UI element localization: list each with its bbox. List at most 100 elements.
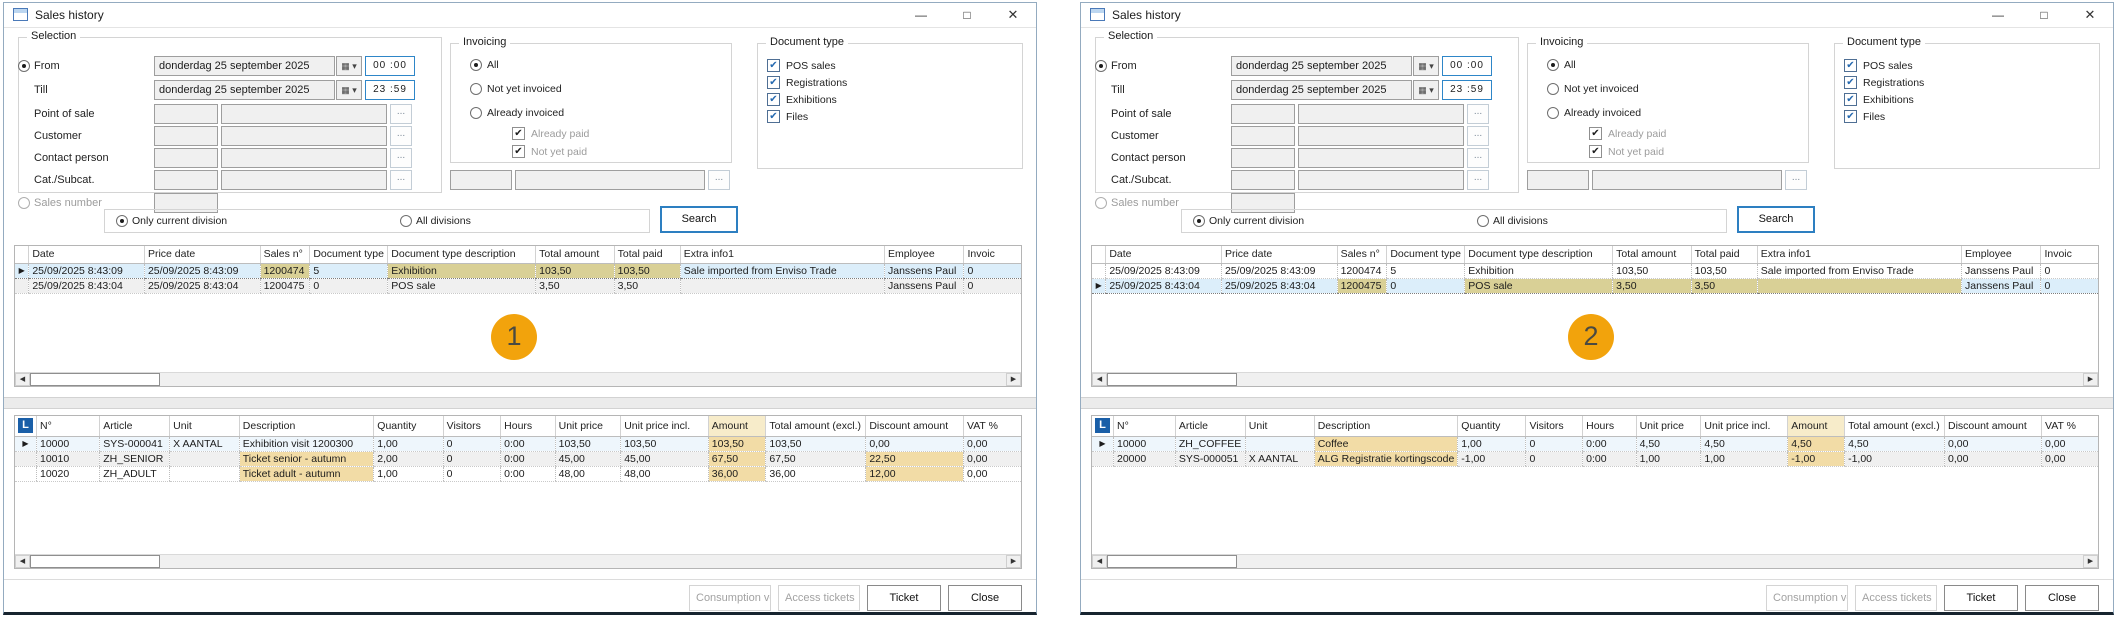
- grid-splitter[interactable]: [4, 397, 1036, 409]
- ticket-button[interactable]: Ticket: [867, 585, 941, 611]
- grid-cell[interactable]: X AANTAL: [170, 436, 240, 451]
- grid-cell[interactable]: 1200475: [1337, 278, 1387, 293]
- close-button[interactable]: Close: [948, 585, 1022, 611]
- from-date-input[interactable]: donderdag 25 september 2025: [1231, 56, 1412, 76]
- grid-row[interactable]: ▶25/09/2025 8:43:0925/09/2025 8:43:09120…: [15, 263, 1021, 278]
- column-header[interactable]: Document type: [1387, 246, 1465, 263]
- row-selector[interactable]: ▶: [15, 263, 29, 278]
- scroll-left-icon[interactable]: ◀: [1092, 555, 1107, 568]
- column-header[interactable]: Date: [1106, 246, 1222, 263]
- exhibitions-checkbox[interactable]: [1844, 93, 1857, 106]
- subcategory-browse-button[interactable]: ...: [1785, 170, 1807, 190]
- column-header[interactable]: Extra info1: [680, 246, 884, 263]
- already-invoiced-radio[interactable]: [1547, 107, 1559, 119]
- category-code-input[interactable]: [1231, 170, 1295, 190]
- grid-cell[interactable]: [1757, 278, 1961, 293]
- grid-cell[interactable]: 25/09/2025 8:43:09: [1106, 263, 1222, 278]
- invoicing-all-radio[interactable]: [470, 59, 482, 71]
- grid-cell[interactable]: 3,50: [1613, 278, 1692, 293]
- from-radio[interactable]: [1095, 60, 1107, 72]
- search-button[interactable]: Search: [1737, 206, 1815, 233]
- maximize-icon[interactable]: □: [2021, 3, 2067, 28]
- point-of-sale-name-input[interactable]: [221, 104, 387, 124]
- grid-cell[interactable]: 20000: [1114, 451, 1176, 466]
- column-header[interactable]: Employee: [1961, 246, 2040, 263]
- till-time-input[interactable]: 23 :59: [365, 80, 415, 100]
- grid-cell[interactable]: 10010: [37, 451, 100, 466]
- grid-cell[interactable]: 2,00: [374, 451, 443, 466]
- grid-cell[interactable]: Exhibition: [1465, 263, 1613, 278]
- grid-cell[interactable]: [1245, 436, 1314, 451]
- grid-cell[interactable]: Janssens Paul: [884, 263, 963, 278]
- column-header[interactable]: Employee: [884, 246, 963, 263]
- point-of-sale-name-input[interactable]: [1298, 104, 1464, 124]
- customer-name-input[interactable]: [1298, 126, 1464, 146]
- grid-cell[interactable]: 0: [443, 436, 501, 451]
- subcategory-name-input[interactable]: [1592, 170, 1782, 190]
- grid-cell[interactable]: 103,50: [555, 436, 621, 451]
- row-selector[interactable]: ▶: [1092, 278, 1106, 293]
- customer-code-input[interactable]: [1231, 126, 1295, 146]
- grid-cell[interactable]: 10000: [37, 436, 100, 451]
- grid-cell[interactable]: 1200475: [260, 278, 310, 293]
- column-header[interactable]: Unit: [1245, 416, 1314, 436]
- scroll-left-icon[interactable]: ◀: [1092, 373, 1107, 386]
- column-header[interactable]: Date: [29, 246, 145, 263]
- registrations-checkbox[interactable]: [767, 76, 780, 89]
- grid-row[interactable]: 10010ZH_SENIORTicket senior - autumn2,00…: [15, 451, 1021, 466]
- scrollbar-thumb[interactable]: [30, 373, 160, 386]
- grid-cell[interactable]: 25/09/2025 8:43:04: [29, 278, 145, 293]
- column-header[interactable]: Visitors: [443, 416, 501, 436]
- grid-cell[interactable]: 5: [310, 263, 388, 278]
- grid-cell[interactable]: ZH_SENIOR: [100, 451, 170, 466]
- column-header[interactable]: Total amount: [1613, 246, 1692, 263]
- grid-cell[interactable]: 0,00: [2042, 436, 2098, 451]
- scrollbar-thumb[interactable]: [1107, 373, 1237, 386]
- grid-row[interactable]: ▶10000ZH_COFFEECoffee1,0000:004,504,504,…: [1092, 436, 2098, 451]
- grid-cell[interactable]: 45,00: [621, 451, 709, 466]
- grid-cell[interactable]: 25/09/2025 8:43:09: [29, 263, 145, 278]
- grid-row[interactable]: ▶10000SYS-000041X AANTALExhibition visit…: [15, 436, 1021, 451]
- grid-cell[interactable]: 0: [1526, 436, 1583, 451]
- subcategory-browse-button[interactable]: ...: [708, 170, 730, 190]
- scroll-right-icon[interactable]: ▶: [2083, 373, 2098, 386]
- minimize-icon[interactable]: —: [898, 3, 944, 28]
- not-yet-paid-checkbox[interactable]: [512, 145, 525, 158]
- column-header[interactable]: Unit price: [1636, 416, 1701, 436]
- already-paid-checkbox[interactable]: [1589, 127, 1602, 140]
- grid-cell[interactable]: 67,50: [766, 451, 866, 466]
- column-header[interactable]: Invoic: [2041, 246, 2098, 263]
- contact-person-code-input[interactable]: [154, 148, 218, 168]
- scroll-left-icon[interactable]: ◀: [15, 555, 30, 568]
- from-time-input[interactable]: 00 :00: [1442, 56, 1492, 76]
- not-yet-invoiced-radio[interactable]: [470, 83, 482, 95]
- column-header[interactable]: Article: [100, 416, 170, 436]
- maximize-icon[interactable]: □: [944, 3, 990, 28]
- grid-cell[interactable]: 25/09/2025 8:43:04: [1221, 278, 1337, 293]
- grid-cell[interactable]: SYS-000041: [100, 436, 170, 451]
- column-header[interactable]: Extra info1: [1757, 246, 1961, 263]
- grid-cell[interactable]: 25/09/2025 8:43:09: [144, 263, 260, 278]
- already-invoiced-radio[interactable]: [470, 107, 482, 119]
- close-icon[interactable]: ✕: [2067, 3, 2113, 28]
- till-date-input[interactable]: donderdag 25 september 2025: [1231, 80, 1412, 100]
- grid-cell[interactable]: 0,00: [963, 466, 1021, 481]
- column-header[interactable]: Sales n°: [260, 246, 310, 263]
- grid-cell[interactable]: 4,50: [1788, 436, 1845, 451]
- pos-sales-checkbox[interactable]: [1844, 59, 1857, 72]
- column-header[interactable]: Total paid: [1691, 246, 1757, 263]
- row-selector[interactable]: [15, 451, 37, 466]
- grid-cell[interactable]: Janssens Paul: [1961, 278, 2040, 293]
- customer-code-input[interactable]: [154, 126, 218, 146]
- grid-cell[interactable]: 1,00: [374, 436, 443, 451]
- grid-cell[interactable]: 0:00: [501, 466, 555, 481]
- grid-cell[interactable]: 0,00: [1944, 451, 2041, 466]
- grid-cell[interactable]: 1,00: [1701, 451, 1788, 466]
- grid-cell[interactable]: 1200474: [260, 263, 310, 278]
- access-tickets-button[interactable]: Access tickets: [778, 585, 860, 611]
- column-header[interactable]: Discount amount: [1944, 416, 2041, 436]
- column-header[interactable]: Quantity: [374, 416, 443, 436]
- grid-cell[interactable]: 103,50: [536, 263, 615, 278]
- grid-cell[interactable]: 1,00: [1458, 436, 1526, 451]
- grid-cell[interactable]: 36,00: [766, 466, 866, 481]
